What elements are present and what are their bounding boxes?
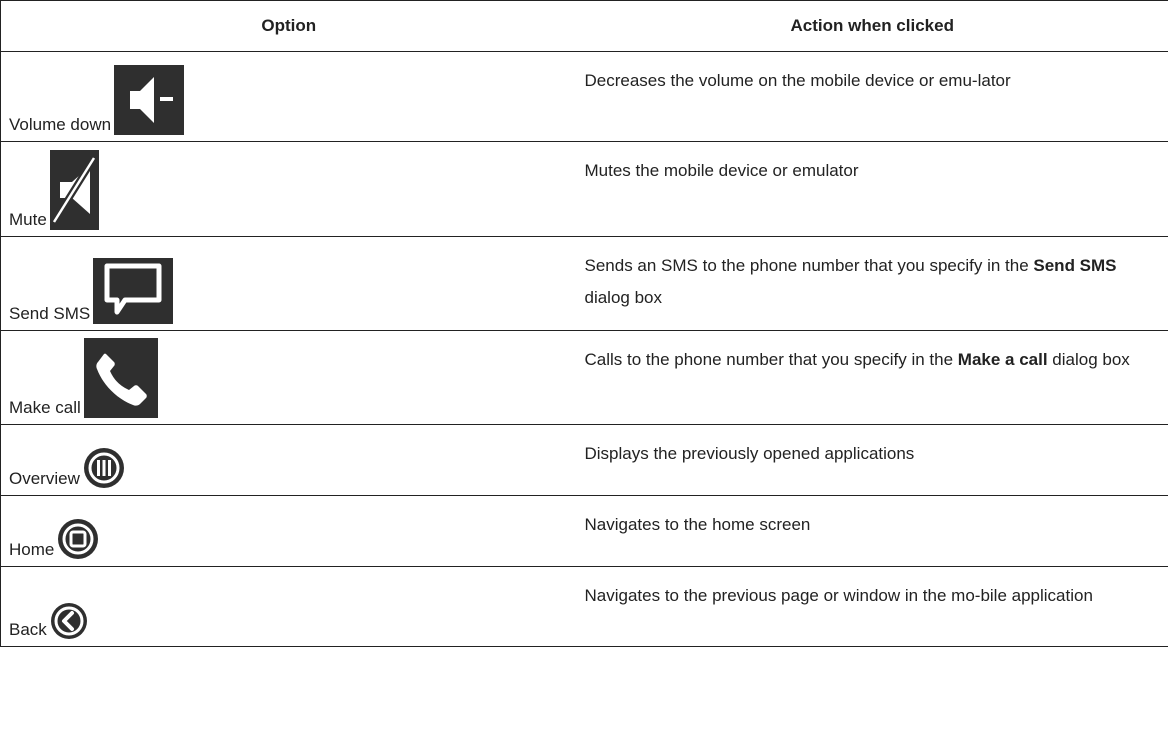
action-cell: Navigates to the previous page or window…: [576, 566, 1168, 647]
table-row-mute: Mute Mutes the mobile device or emulator: [0, 141, 1168, 237]
phone-icon[interactable]: [83, 338, 158, 418]
option-cell: Back: [0, 566, 577, 647]
overview-icon[interactable]: [83, 447, 125, 489]
action-text: Calls to the phone number that you speci…: [584, 350, 958, 369]
header-row: Option Action when clicked: [0, 0, 1168, 52]
action-cell: Decreases the volume on the mobile devic…: [576, 51, 1168, 142]
option-cell: Make call: [0, 330, 577, 425]
action-text: Displays the previously opened applicati…: [584, 444, 915, 463]
option-label: Volume down: [9, 115, 112, 134]
option-label: Make call: [9, 398, 81, 417]
action-text: Sends an SMS to the phone number that yo…: [584, 256, 1034, 275]
table-row-overview: Overview Displays the previously opened …: [0, 424, 1168, 496]
option-column-header: Option: [0, 0, 577, 52]
option-cell: Home: [0, 495, 577, 567]
action-cell: Calls to the phone number that you speci…: [576, 330, 1168, 425]
action-text: Decreases the volume on the mobile devic…: [584, 71, 1011, 90]
action-cell: Mutes the mobile device or emulator: [576, 141, 1168, 237]
back-icon[interactable]: [50, 602, 88, 640]
volume-down-icon[interactable]: [114, 65, 185, 135]
option-cell: Overview: [0, 424, 577, 496]
action-text: Mutes the mobile device or emulator: [584, 161, 859, 180]
table-row-back: Back Navigates to the previous page or w…: [0, 566, 1168, 647]
mute-icon[interactable]: [49, 150, 99, 230]
action-text-tail: dialog box: [584, 288, 663, 307]
table-row-home: Home Navigates to the home screen: [0, 495, 1168, 567]
option-label: Mute: [9, 210, 47, 229]
option-label: Back: [9, 620, 47, 639]
option-label: Send SMS: [9, 304, 91, 323]
table-row-volume-down: Volume down Decreases the volume on the …: [0, 51, 1168, 142]
action-cell: Sends an SMS to the phone number that yo…: [576, 236, 1168, 331]
action-cell: Displays the previously opened applicati…: [576, 424, 1168, 496]
option-cell: Send SMS: [0, 236, 577, 331]
action-text: Navigates to the home screen: [584, 515, 811, 534]
action-cell: Navigates to the home screen: [576, 495, 1168, 567]
action-bold-text: Make a call: [957, 350, 1048, 369]
option-cell: Mute: [0, 141, 577, 237]
home-icon[interactable]: [57, 518, 99, 560]
action-text: Navigates to the previous page or window…: [584, 586, 1093, 605]
message-icon[interactable]: [93, 258, 174, 324]
action-bold-text: Send SMS: [1033, 256, 1117, 275]
option-label: Overview: [9, 469, 80, 488]
table-row-send-sms: Send SMS Sends an SMS to the phone numbe…: [0, 236, 1168, 331]
action-column-header: Action when clicked: [576, 0, 1168, 52]
option-cell: Volume down: [0, 51, 577, 142]
option-label: Home: [9, 540, 55, 559]
table-row-make-call: Make call Calls to the phone number that…: [0, 330, 1168, 425]
options-table: Option Action when clicked Volume down D…: [0, 0, 1168, 647]
action-text-tail: dialog box: [1047, 350, 1130, 369]
